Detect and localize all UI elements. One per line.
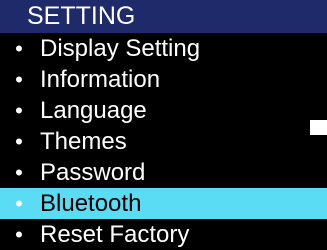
bullet-icon: • — [15, 67, 23, 92]
menu-item-display-setting[interactable]: • Display Setting — [0, 33, 327, 64]
menu-item-bluetooth[interactable]: • Bluetooth — [0, 188, 327, 219]
menu-item-themes[interactable]: • Themes — [0, 126, 327, 157]
bullet-icon: • — [15, 160, 23, 185]
menu-item-label: Reset Factory — [40, 221, 190, 248]
settings-screen: SETTING • Display Setting • Information … — [0, 0, 327, 250]
menu-item-password[interactable]: • Password — [0, 157, 327, 188]
settings-menu: • Display Setting • Information • Langua… — [0, 33, 327, 250]
menu-item-label: Password — [40, 159, 146, 186]
scroll-indicator — [310, 120, 327, 135]
bullet-icon: • — [15, 129, 23, 154]
page-title: SETTING — [0, 0, 327, 33]
bullet-icon: • — [15, 36, 23, 61]
menu-item-language[interactable]: • Language — [0, 95, 327, 126]
menu-item-reset-factory[interactable]: • Reset Factory — [0, 219, 327, 250]
menu-item-label: Display Setting — [40, 35, 201, 62]
menu-item-label: Themes — [40, 128, 127, 155]
menu-item-information[interactable]: • Information — [0, 64, 327, 95]
menu-item-label: Language — [40, 97, 147, 124]
bullet-icon: • — [15, 98, 23, 123]
bullet-icon: • — [15, 191, 23, 216]
menu-item-label: Information — [40, 66, 161, 93]
menu-item-label: Bluetooth — [40, 190, 142, 217]
bullet-icon: • — [15, 222, 23, 247]
